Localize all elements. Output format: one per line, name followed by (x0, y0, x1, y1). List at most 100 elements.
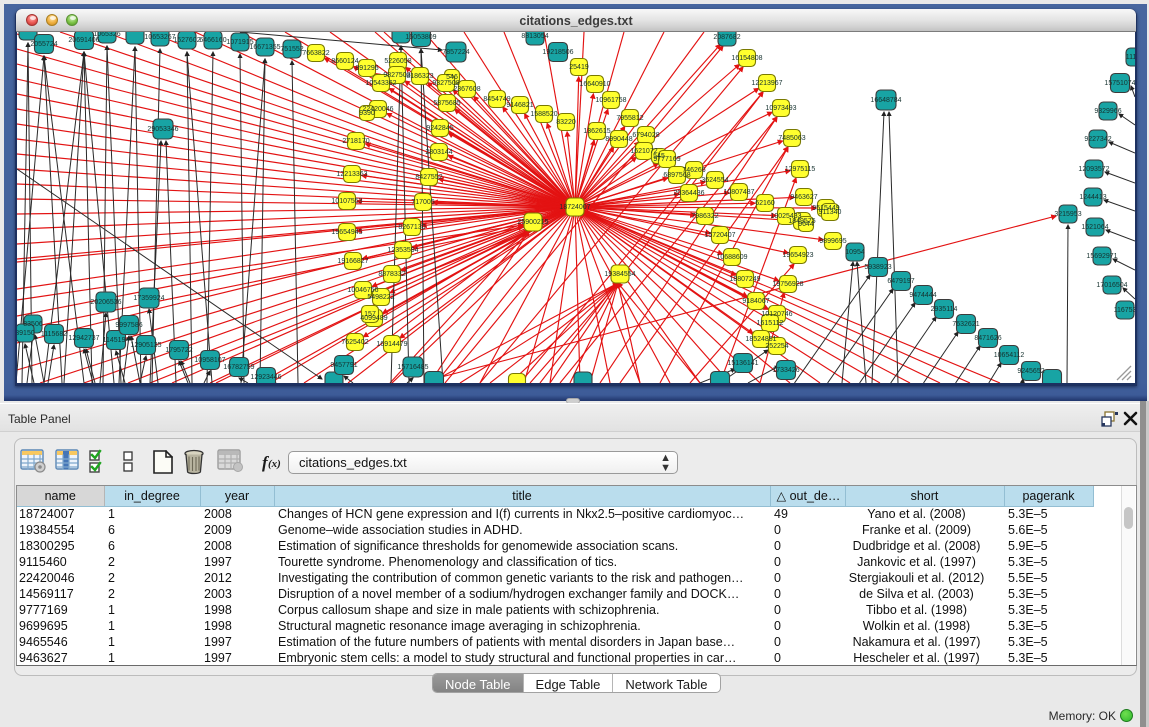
svg-text:2718170: 2718170 (342, 138, 369, 145)
svg-text:9777169: 9777169 (653, 156, 680, 163)
svg-text:10654112: 10654112 (994, 352, 1025, 359)
svg-text:9997586: 9997586 (115, 322, 142, 329)
svg-text:7625402: 7625402 (341, 339, 368, 346)
svg-text:8471626: 8471626 (974, 335, 1001, 342)
svg-text:17359924: 17359924 (133, 295, 164, 302)
svg-text:15751074: 15751074 (1104, 80, 1135, 87)
svg-text:1527602: 1527602 (173, 37, 200, 44)
svg-text:12905135: 12905135 (130, 342, 161, 349)
svg-text:9474444: 9474444 (909, 292, 936, 299)
svg-text:19384554: 19384554 (604, 271, 635, 278)
svg-text:15720407: 15720407 (704, 232, 735, 239)
svg-text:10688609: 10688609 (716, 254, 747, 261)
svg-text:8267130: 8267130 (398, 224, 425, 231)
svg-text:16154808: 16154808 (731, 55, 762, 62)
svg-text:1362615: 1362615 (583, 128, 610, 135)
svg-text:25419: 25419 (569, 64, 589, 71)
svg-text:6466160: 6466160 (199, 37, 226, 44)
svg-text:10543362: 10543362 (365, 80, 396, 87)
svg-text:8813054: 8813054 (521, 33, 548, 40)
svg-text:20691406: 20691406 (68, 37, 99, 44)
svg-text:9457791: 9457791 (330, 362, 357, 369)
svg-text:2367608: 2367608 (453, 86, 480, 93)
svg-text:8186323: 8186323 (406, 73, 433, 80)
svg-text:7632621: 7632621 (952, 321, 979, 328)
svg-text:7986322: 7986322 (691, 213, 718, 220)
svg-text:911340: 911340 (819, 209, 842, 216)
svg-text:8990448: 8990448 (605, 136, 632, 143)
svg-text:18724007: 18724007 (559, 204, 590, 211)
svg-text:891295: 891295 (355, 65, 378, 72)
svg-text:8878332: 8878332 (378, 271, 405, 278)
svg-text:83220: 83220 (556, 119, 576, 126)
svg-text:16671355: 16671355 (249, 44, 280, 51)
svg-text:29053346: 29053346 (147, 126, 178, 133)
svg-text:9245652: 9245652 (1017, 368, 1044, 375)
svg-text:2087682: 2087682 (713, 34, 740, 41)
svg-text:157: 157 (364, 311, 376, 318)
svg-text:3215953: 3215953 (1054, 211, 1081, 218)
svg-text:9227342: 9227342 (1084, 136, 1111, 143)
svg-text:1621064: 1621064 (1081, 224, 1108, 231)
svg-text:9329966: 9329966 (1094, 108, 1121, 115)
svg-text:12213967: 12213967 (751, 80, 782, 87)
svg-text:12093572: 12093572 (1078, 166, 1109, 173)
svg-text:16914479: 16914479 (376, 341, 407, 348)
svg-text:252254: 252254 (765, 343, 788, 350)
svg-text:7857224: 7857224 (442, 49, 469, 56)
svg-text:15692971: 15692971 (1086, 253, 1117, 260)
svg-text:18524851: 18524851 (745, 336, 776, 343)
svg-text:18807249: 18807249 (729, 276, 760, 283)
svg-text:16648784: 16648784 (870, 97, 901, 104)
svg-text:62160: 62160 (755, 200, 775, 207)
svg-text:717005: 717005 (411, 199, 434, 206)
svg-text:25900215: 25900215 (517, 219, 548, 226)
svg-text:1115682: 1115682 (41, 331, 67, 338)
svg-text:12923446: 12923446 (250, 374, 281, 381)
svg-text:2055724: 2055724 (30, 41, 57, 48)
svg-text:1065326: 1065326 (93, 32, 120, 38)
svg-text:16640910: 16640910 (579, 81, 610, 88)
svg-text:3624554: 3624554 (701, 177, 728, 184)
svg-text:9390: 9390 (359, 110, 375, 117)
svg-text:8660124: 8660124 (331, 58, 358, 65)
svg-text:19654945: 19654945 (331, 229, 362, 236)
svg-text:5226058: 5226058 (384, 58, 411, 65)
svg-text:10025433: 10025433 (770, 213, 801, 220)
svg-text:10973493: 10973493 (765, 105, 796, 112)
svg-text:20206536: 20206536 (90, 299, 121, 306)
svg-text:6794028: 6794028 (632, 132, 659, 139)
svg-text:39150: 39150 (17, 330, 35, 337)
svg-text:16053809: 16053809 (405, 34, 436, 41)
svg-text:9146821: 9146821 (506, 102, 533, 109)
svg-text:19654923: 19654923 (782, 252, 813, 259)
svg-text:116753: 116753 (1114, 307, 1135, 314)
svg-text:15136141: 15136141 (727, 360, 758, 367)
svg-text:1244413: 1244413 (1079, 194, 1106, 201)
svg-text:1733426: 1733426 (772, 367, 799, 374)
svg-text:11171: 11171 (1126, 54, 1135, 61)
svg-text:10653267: 10653267 (144, 34, 175, 41)
svg-text:1615112: 1615112 (757, 320, 784, 327)
svg-text:(x): (x) (268, 458, 281, 470)
svg-text:10120746: 10120746 (761, 311, 792, 318)
svg-text:10046756: 10046756 (347, 287, 378, 294)
svg-text:751552: 751552 (280, 46, 303, 53)
svg-text:19218506: 19218506 (542, 49, 573, 56)
svg-text:12975115: 12975115 (785, 166, 816, 173)
svg-text:19756928: 19756928 (772, 281, 803, 288)
svg-text:5938923: 5938923 (864, 264, 891, 271)
svg-text:17016504: 17016504 (1096, 282, 1127, 289)
svg-text:10958107: 10958107 (194, 357, 225, 364)
svg-text:19166827: 19166827 (337, 258, 368, 265)
svg-text:9242845: 9242845 (426, 125, 453, 132)
svg-text:12942737: 12942737 (68, 335, 99, 342)
svg-text:20364436: 20364436 (673, 190, 704, 197)
svg-text:5498222: 5498222 (367, 294, 394, 301)
svg-text:5875685: 5875685 (433, 100, 460, 107)
svg-text:7663822: 7663822 (302, 50, 329, 57)
svg-text:83506: 83506 (23, 321, 43, 328)
svg-text:1795722: 1795722 (165, 347, 192, 354)
svg-text:10807487: 10807487 (723, 189, 754, 196)
svg-text:12353594: 12353594 (387, 247, 418, 254)
